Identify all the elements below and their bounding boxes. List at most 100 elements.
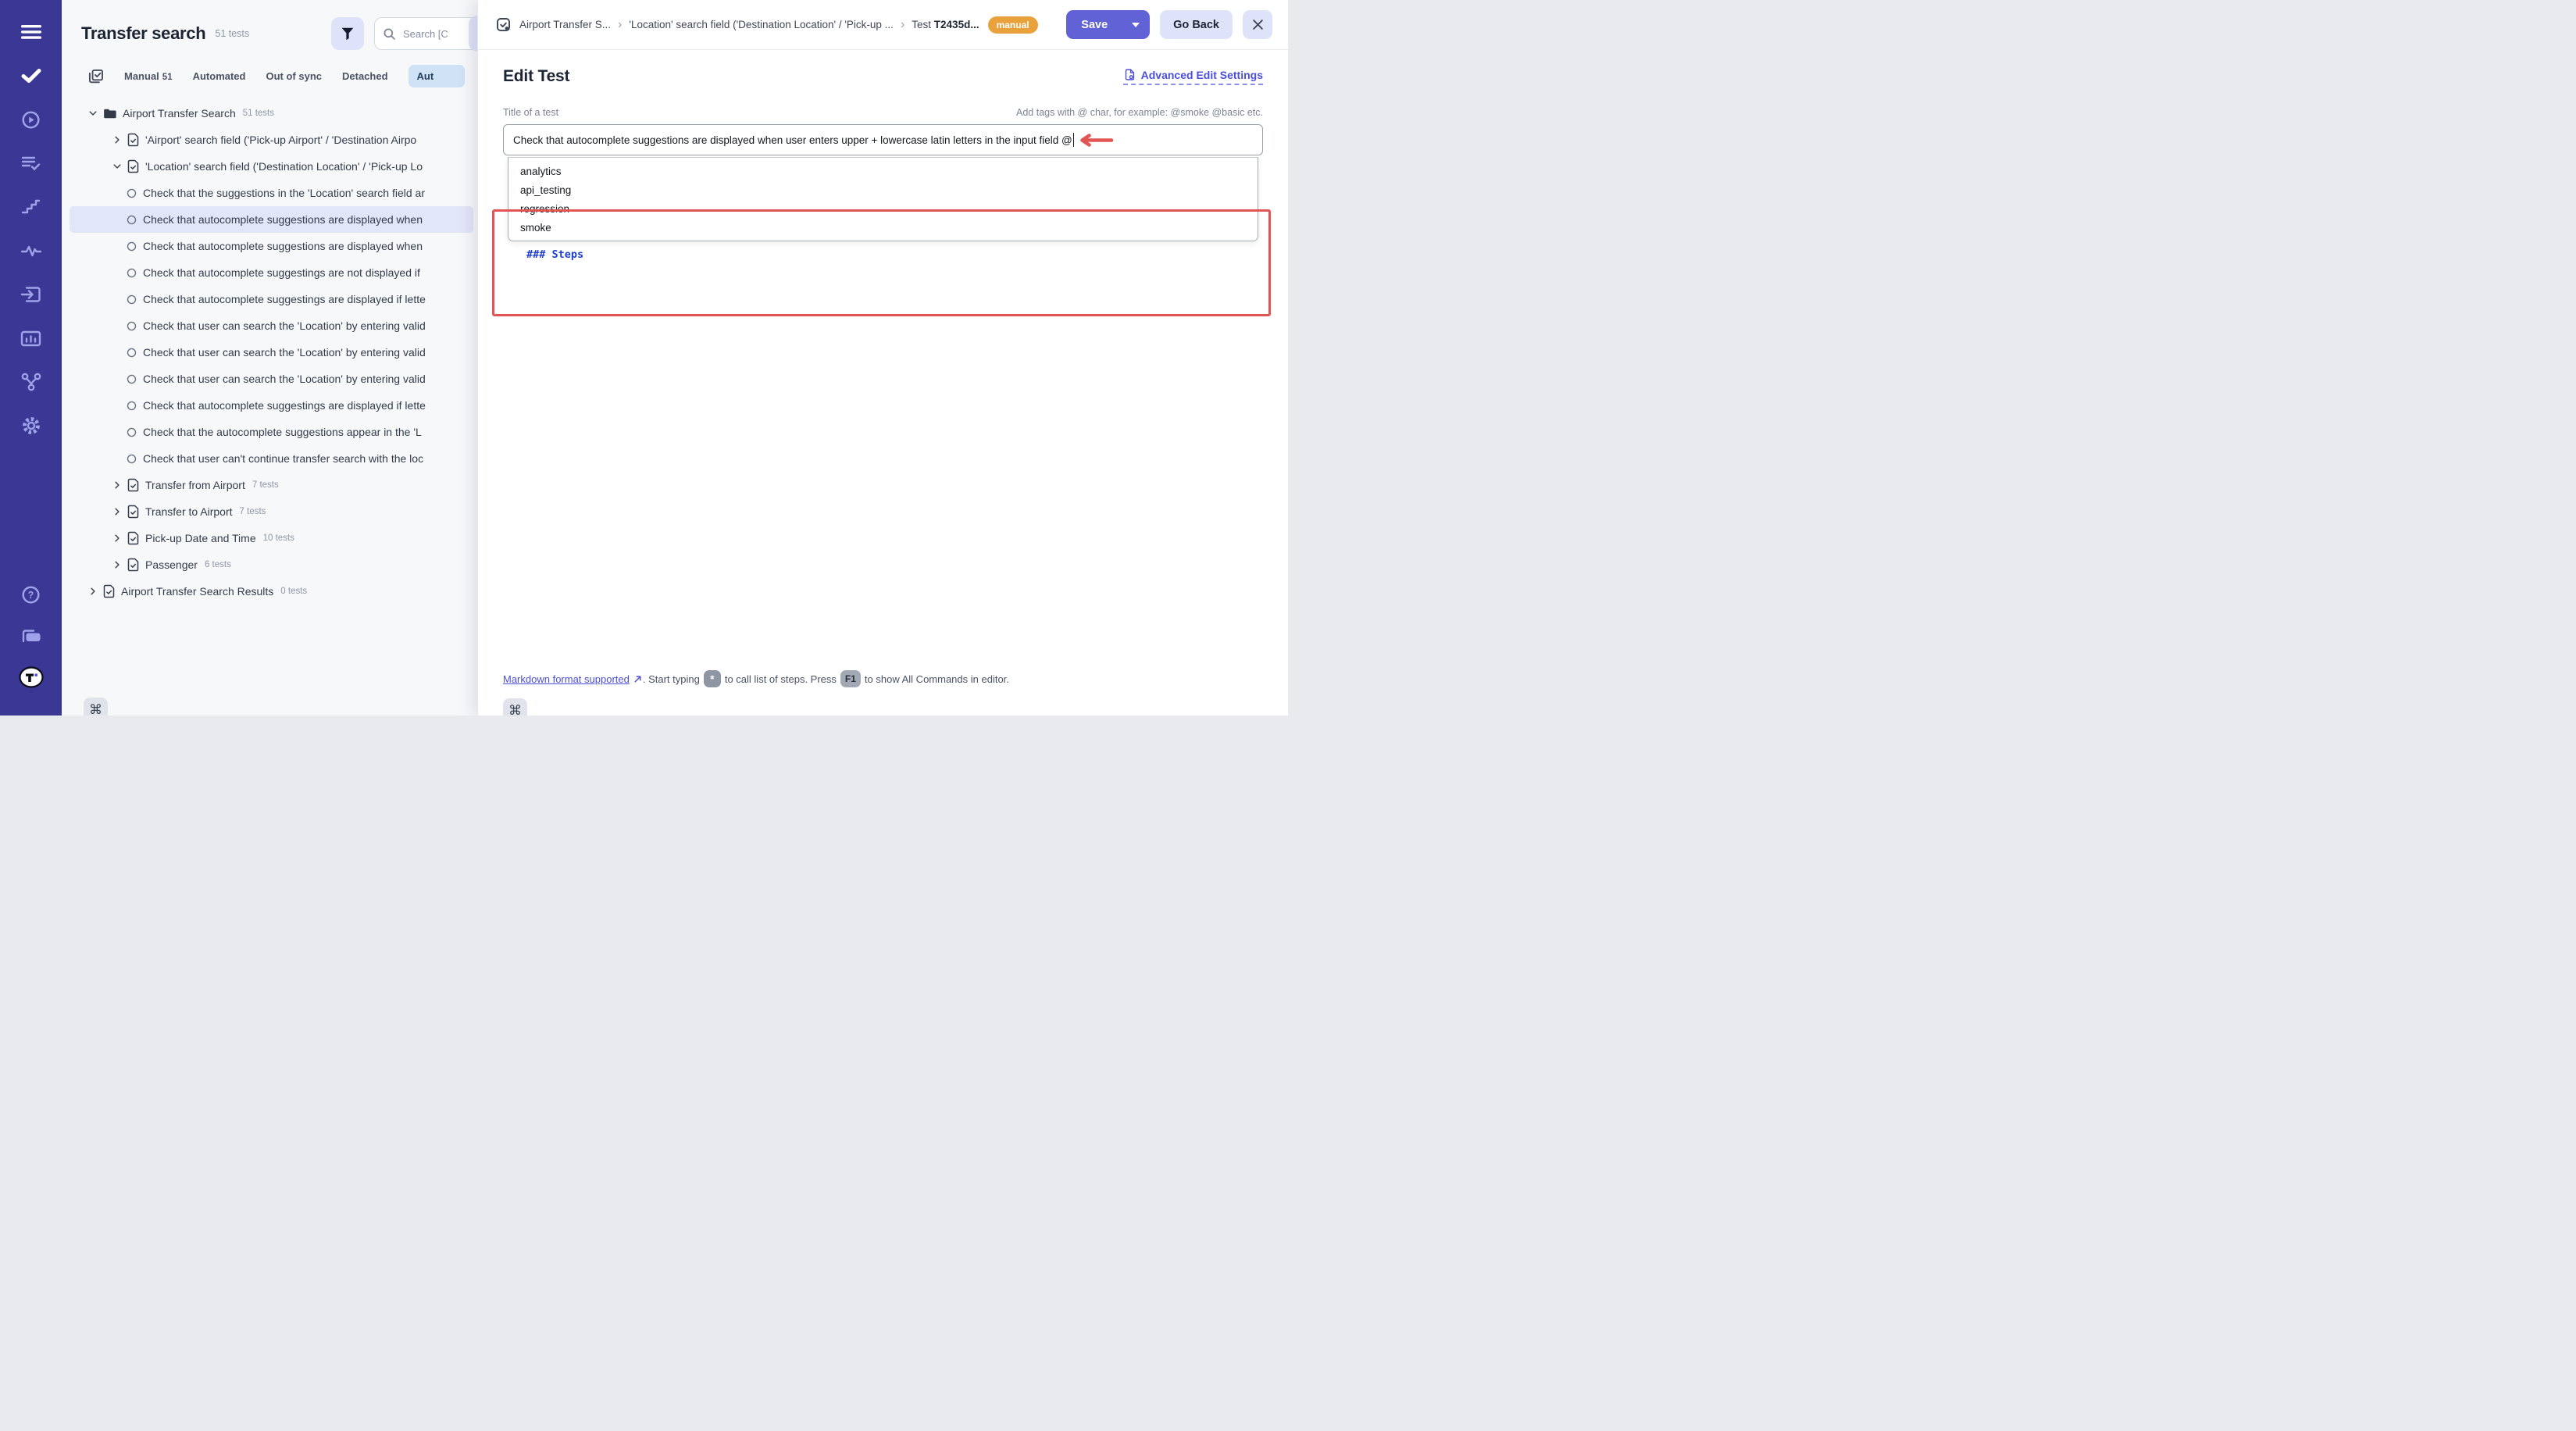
test-tree: Airport Transfer Search51 tests 'Airport'…	[62, 100, 477, 605]
chevron-right-icon[interactable]	[88, 587, 98, 596]
markdown-supported-link[interactable]: Markdown format supported	[503, 673, 643, 685]
test-case-icon	[495, 16, 512, 33]
milestones-icon[interactable]	[13, 192, 49, 222]
tree-item-test[interactable]: Check that user can search the 'Location…	[70, 339, 473, 366]
chevron-right-icon[interactable]	[112, 480, 123, 490]
tree-item-folder[interactable]: Airport Transfer Search51 tests	[70, 100, 473, 127]
filter-button[interactable]	[331, 17, 364, 50]
search-clear-button[interactable]	[469, 16, 477, 52]
tree-item-test[interactable]: Check that the autocomplete suggestions …	[70, 419, 473, 445]
chevron-right-icon[interactable]	[112, 507, 123, 516]
main-sidebar: ?	[0, 0, 62, 716]
suite-doc-icon	[103, 584, 115, 598]
tree-item-test[interactable]: Check that autocomplete suggestings are …	[70, 259, 473, 286]
runs-icon[interactable]	[13, 105, 49, 134]
test-circle-icon	[127, 294, 137, 305]
tree-item-test[interactable]: Check that autocomplete suggestions are …	[70, 206, 473, 233]
suite-tests-count: 51 tests	[215, 28, 249, 39]
search-icon	[383, 27, 396, 41]
tab-automated[interactable]: Automated	[193, 70, 246, 82]
tab-aut[interactable]: Aut	[409, 65, 466, 87]
advanced-edit-settings-link[interactable]: Advanced Edit Settings	[1123, 68, 1263, 85]
go-back-button[interactable]: Go Back	[1160, 10, 1233, 39]
chevron-down-icon[interactable]	[88, 109, 98, 118]
import-icon[interactable]	[13, 280, 49, 309]
suite-header: Transfer search 51 tests	[62, 0, 477, 52]
menu-icon[interactable]	[13, 17, 49, 47]
test-title-input[interactable]: Check that autocomplete suggestions are …	[503, 124, 1263, 155]
test-circle-icon	[127, 401, 137, 411]
tag-suggestion[interactable]: regression	[508, 199, 1258, 218]
cmd-keycap: ⌘	[84, 698, 108, 716]
settings-icon[interactable]	[13, 411, 49, 441]
tree-item-test[interactable]: Check that user can search the 'Location…	[70, 312, 473, 339]
save-dropdown-toggle[interactable]	[1121, 10, 1150, 39]
edit-test-body: Edit Test Advanced Edit Settings Title o…	[478, 50, 1288, 716]
breadcrumb: Airport Transfer S... › 'Location' searc…	[478, 0, 1288, 50]
chevron-right-icon[interactable]	[112, 560, 123, 569]
tab-detached[interactable]: Detached	[342, 70, 388, 82]
suite-doc-icon	[127, 505, 139, 519]
tree-item-label: Check that the autocomplete suggestions …	[143, 426, 422, 438]
tree-item-count: 7 tests	[252, 480, 279, 490]
select-all-icon[interactable]	[87, 68, 104, 84]
projects-icon[interactable]	[13, 621, 49, 651]
tree-item-label: Check that autocomplete suggestings are …	[143, 399, 426, 412]
help-icon[interactable]: ?	[13, 580, 49, 609]
tree-item-doc[interactable]: Passenger6 tests	[70, 551, 473, 578]
editor-footer-hint: Markdown format supported . Start typing…	[503, 670, 1009, 687]
chevron-right-icon[interactable]	[112, 534, 123, 543]
tree-item-count: 10 tests	[263, 534, 294, 543]
breadcrumb-item-suite[interactable]: Airport Transfer S...	[519, 19, 611, 30]
tag-suggestion[interactable]: smoke	[508, 218, 1258, 237]
tree-item-test[interactable]: Check that user can't continue transfer …	[70, 445, 473, 472]
breadcrumb-item-test[interactable]: Test T2435d...	[912, 19, 979, 30]
suite-doc-icon	[127, 558, 139, 572]
tab-out-of-sync[interactable]: Out of sync	[266, 70, 322, 82]
tag-suggestions-dropdown: analyticsapi_testingregressionsmoke	[508, 157, 1258, 241]
tree-item-label: 'Airport' search field ('Pick-up Airport…	[145, 134, 416, 146]
tree-item-doc[interactable]: 'Location' search field ('Destination Lo…	[70, 153, 473, 180]
suite-doc-icon	[127, 159, 139, 173]
chevron-down-icon[interactable]	[112, 162, 123, 171]
close-panel-button[interactable]	[1243, 10, 1272, 39]
tree-item-doc[interactable]: Airport Transfer Search Results0 tests	[70, 578, 473, 605]
tree-item-label: Check that user can search the 'Location…	[143, 319, 426, 332]
app-window: ? Transfer search 51 tests	[0, 0, 1288, 716]
tree-item-test[interactable]: Check that the suggestions in the 'Locat…	[70, 180, 473, 206]
tag-suggestion[interactable]: analytics	[508, 162, 1258, 180]
tree-item-test[interactable]: Check that autocomplete suggestings are …	[70, 286, 473, 312]
tests-icon[interactable]	[13, 61, 49, 91]
tree-item-doc[interactable]: Transfer from Airport7 tests	[70, 472, 473, 498]
tree-item-doc[interactable]: Transfer to Airport7 tests	[70, 498, 473, 525]
tree-item-label: Check that user can't continue transfer …	[143, 452, 423, 465]
tree-item-label: Check that user can search the 'Location…	[143, 346, 426, 359]
tree-item-test[interactable]: Check that autocomplete suggestings are …	[70, 392, 473, 419]
test-circle-icon	[127, 321, 137, 331]
test-title-value: Check that autocomplete suggestions are …	[513, 134, 1072, 146]
test-plans-icon[interactable]	[13, 148, 49, 178]
tag-suggestion[interactable]: api_testing	[508, 180, 1258, 199]
test-circle-icon	[127, 427, 137, 437]
tree-item-count: 0 tests	[280, 587, 307, 596]
avatar[interactable]	[13, 662, 49, 692]
test-circle-icon	[127, 188, 137, 198]
test-circle-icon	[127, 454, 137, 464]
breadcrumb-item-subsuite[interactable]: 'Location' search field ('Destination Lo…	[629, 19, 894, 30]
chevron-right-icon[interactable]	[112, 135, 123, 145]
save-button[interactable]: Save	[1066, 10, 1150, 39]
tree-item-doc[interactable]: 'Airport' search field ('Pick-up Airport…	[70, 127, 473, 153]
tree-item-label: Check that autocomplete suggestions are …	[143, 213, 423, 226]
tree-item-test[interactable]: Check that autocomplete suggestions are …	[70, 233, 473, 259]
tree-item-doc[interactable]: Pick-up Date and Time10 tests	[70, 525, 473, 551]
chevron-down-icon	[1132, 23, 1140, 27]
branches-icon[interactable]	[13, 367, 49, 397]
tab-manual[interactable]: Manual51	[124, 70, 173, 82]
tree-item-test[interactable]: Check that user can search the 'Location…	[70, 366, 473, 392]
analytics-pulse-icon[interactable]	[13, 236, 49, 266]
save-button-label: Save	[1066, 10, 1121, 39]
reports-icon[interactable]	[13, 323, 49, 353]
search-input[interactable]	[401, 27, 477, 41]
command-key-hint: ⌘	[503, 698, 527, 716]
steps-heading: ### Steps	[526, 248, 1263, 261]
